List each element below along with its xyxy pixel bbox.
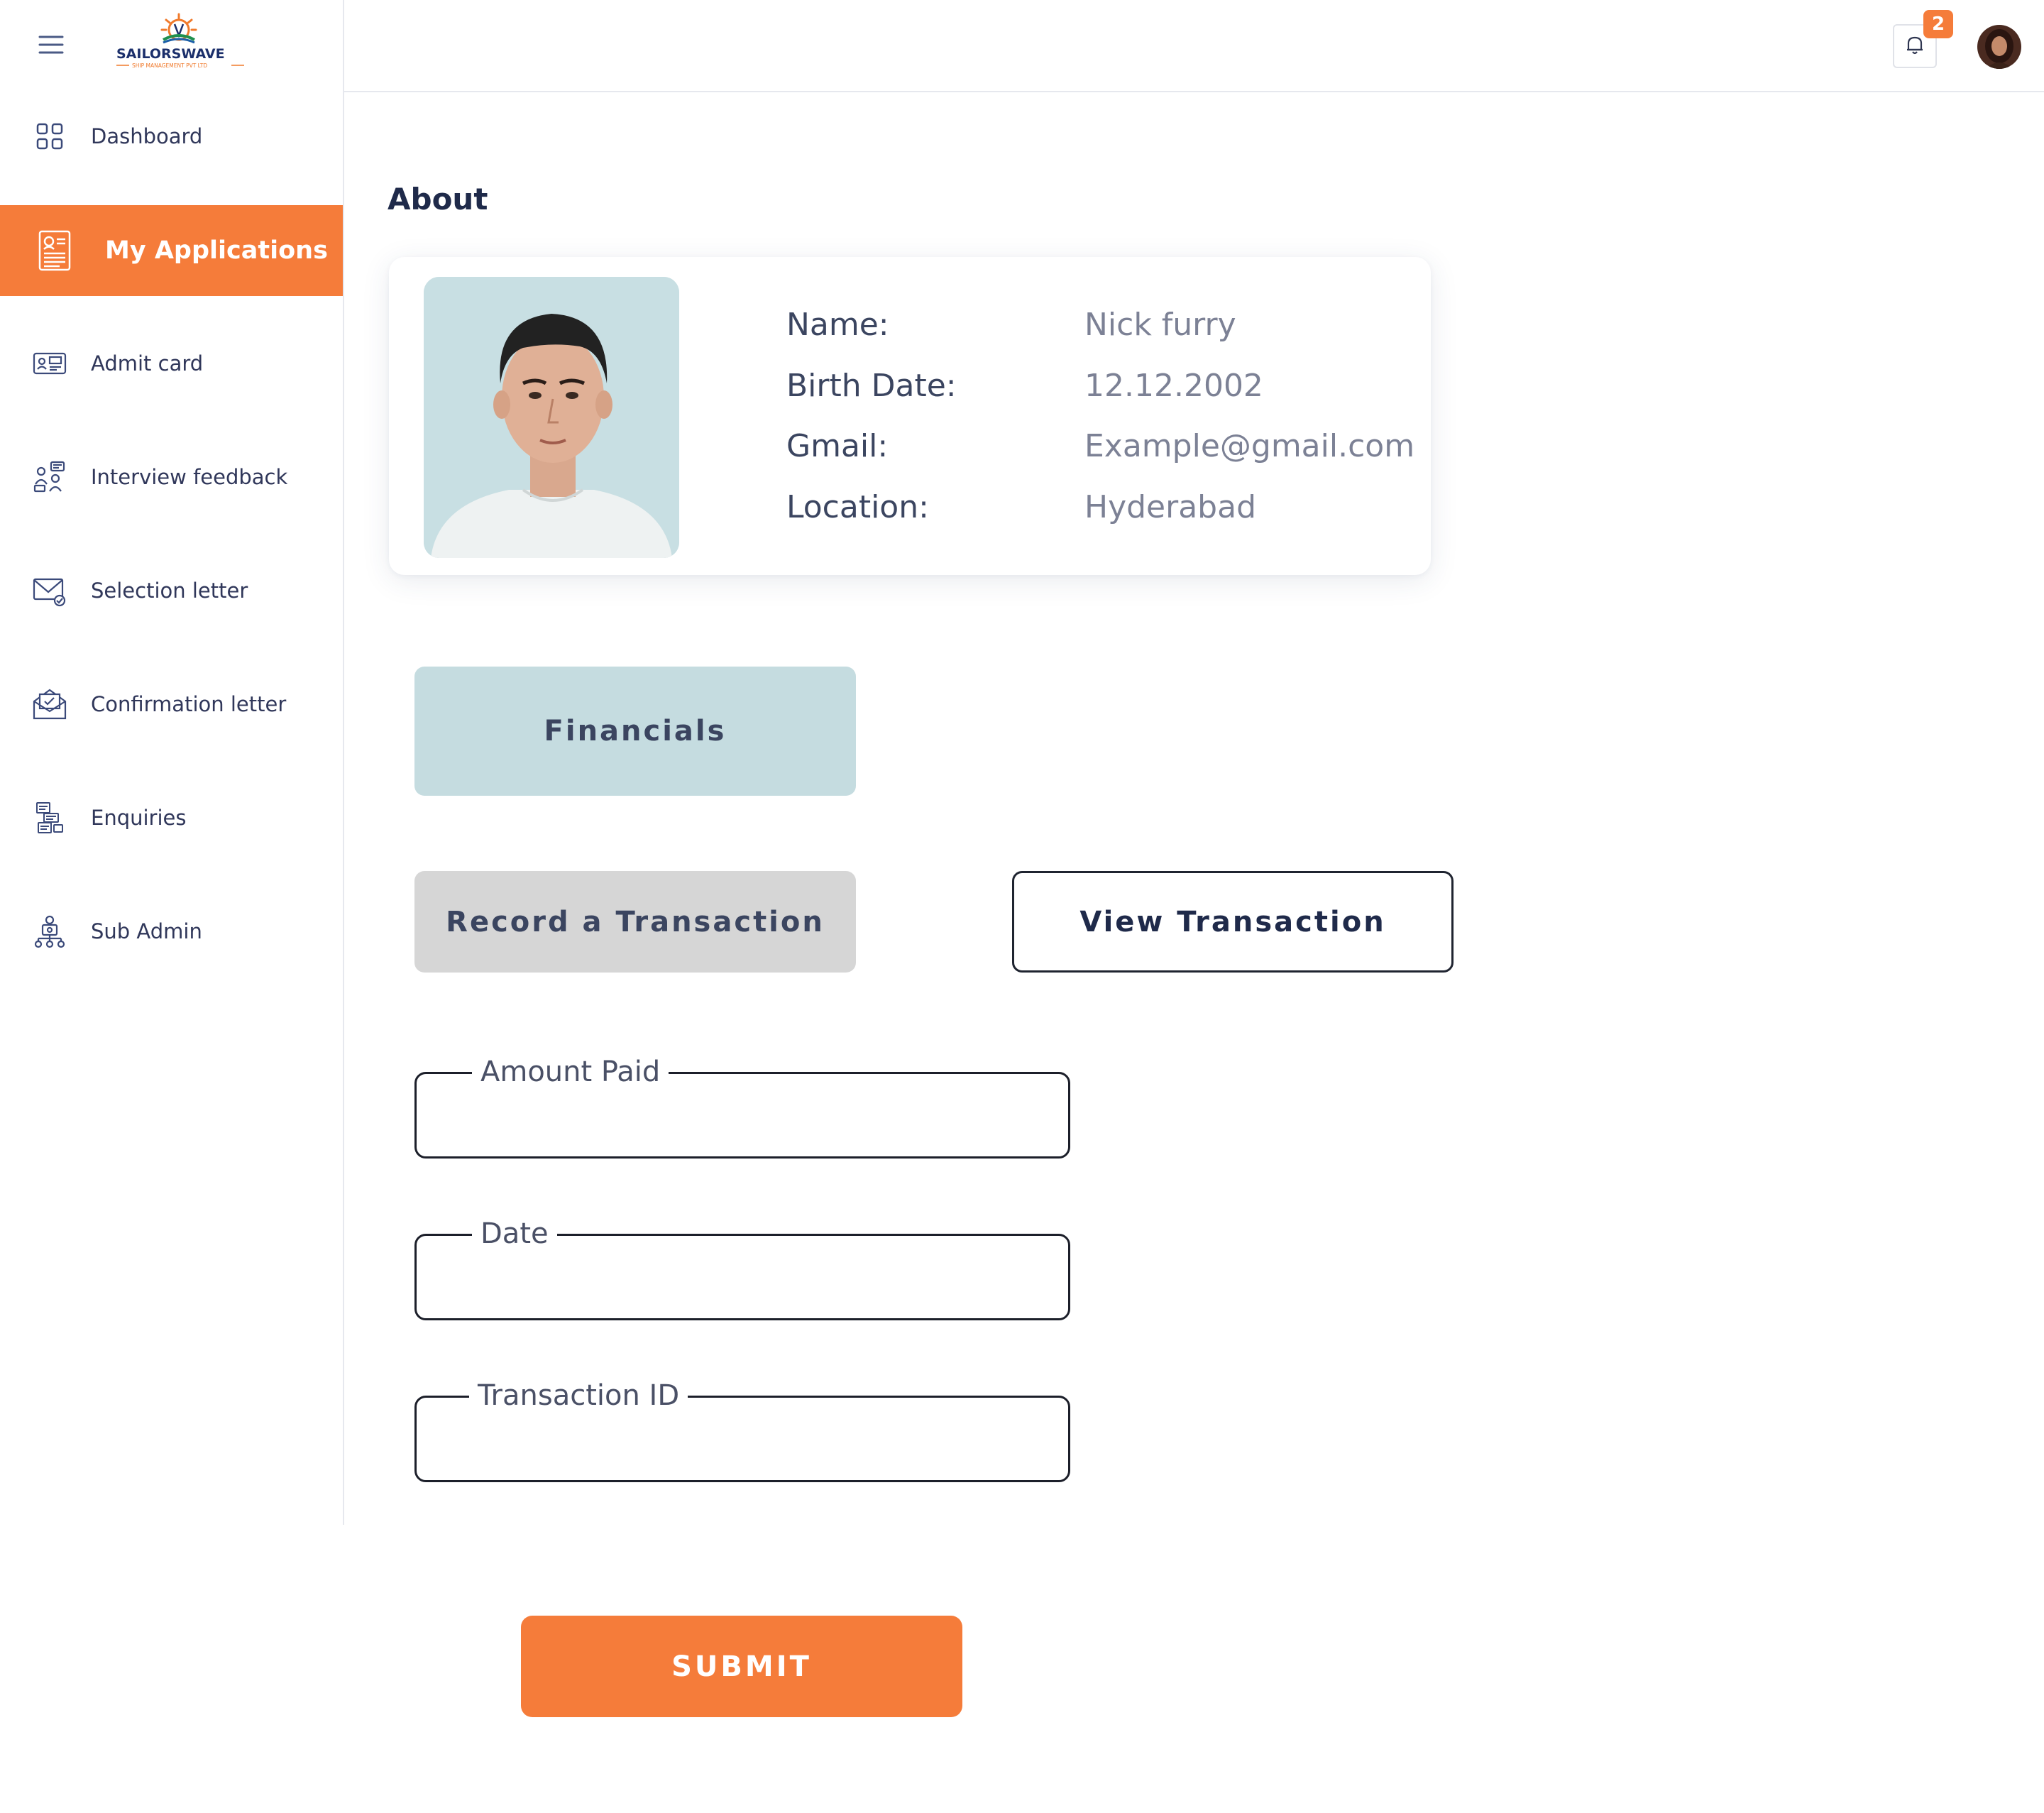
notification-count-badge: 2	[1923, 10, 1953, 38]
ship-wheel-logo-icon	[160, 13, 197, 44]
profile-birthdate-value: 12.12.2002	[1084, 368, 1263, 404]
sidebar: SAILORSWAVE SHIP MANAGEMENT PVT LTD Dash…	[0, 0, 344, 1525]
transaction-id-label: Transaction ID	[469, 1376, 688, 1415]
amount-paid-field: Amount Paid	[414, 1053, 1070, 1159]
bell-icon	[1905, 34, 1925, 58]
profile-gmail-label: Gmail:	[786, 428, 889, 464]
date-label: Date	[472, 1215, 557, 1253]
dashboard-grid-icon	[33, 119, 67, 153]
top-bar	[344, 0, 2044, 92]
svg-text:SAILORSWAVE: SAILORSWAVE	[116, 46, 225, 62]
page-title: About	[388, 182, 488, 217]
interview-people-icon	[33, 460, 67, 494]
submit-button[interactable]: SUBMIT	[521, 1616, 962, 1717]
sidebar-item-enquiries[interactable]: Enquiries	[0, 772, 343, 863]
amount-paid-label: Amount Paid	[472, 1053, 669, 1091]
svg-text:SHIP MANAGEMENT PVT LTD: SHIP MANAGEMENT PVT LTD	[132, 62, 207, 69]
sidebar-item-my-applications[interactable]: My Applications	[0, 205, 343, 296]
view-transaction-button[interactable]: View Transaction	[1012, 871, 1454, 973]
profile-name-label: Name:	[786, 307, 889, 343]
profile-location-label: Location:	[786, 489, 929, 525]
sidebar-item-sub-admin[interactable]: Sub Admin	[0, 886, 343, 977]
profile-name-value: Nick furry	[1084, 307, 1236, 343]
sidebar-item-interview-feedback[interactable]: Interview feedback	[0, 432, 343, 522]
user-avatar[interactable]	[1977, 25, 2021, 69]
transaction-id-input[interactable]	[438, 1419, 1051, 1463]
amount-paid-input[interactable]	[438, 1095, 1051, 1139]
profile-location-value: Hyderabad	[1084, 489, 1256, 525]
brand-logo[interactable]: SAILORSWAVE SHIP MANAGEMENT PVT LTD	[114, 10, 248, 74]
sidebar-item-admit-card[interactable]: Admit card	[0, 318, 343, 409]
profile-gmail-value: Example@gmail.com	[1084, 428, 1415, 464]
record-transaction-button[interactable]: Record a Transaction	[414, 871, 856, 973]
sidebar-item-label: My Applications	[105, 236, 328, 265]
sidebar-item-dashboard[interactable]: Dashboard	[0, 91, 343, 182]
sidebar-item-label: Selection letter	[91, 579, 248, 603]
sidebar-item-label: Sub Admin	[91, 919, 202, 943]
application-document-icon	[37, 229, 72, 272]
sidebar-item-selection-letter[interactable]: Selection letter	[0, 545, 343, 636]
enquiries-docs-icon	[33, 801, 67, 835]
open-envelope-icon	[33, 687, 67, 721]
id-card-icon	[33, 346, 67, 380]
profile-photo	[424, 277, 679, 558]
date-field: Date	[414, 1215, 1070, 1320]
hamburger-menu-icon[interactable]	[37, 33, 65, 57]
sidebar-item-label: Confirmation letter	[91, 692, 287, 716]
mail-check-icon	[33, 574, 67, 608]
sidebar-item-confirmation-letter[interactable]: Confirmation letter	[0, 659, 343, 750]
date-input[interactable]	[438, 1257, 1051, 1301]
org-hierarchy-icon	[33, 914, 67, 948]
financials-button[interactable]: Financials	[414, 667, 856, 796]
sidebar-item-label: Interview feedback	[91, 465, 288, 489]
sidebar-item-label: Admit card	[91, 351, 204, 376]
transaction-id-field: Transaction ID	[414, 1376, 1070, 1482]
profile-birthdate-label: Birth Date:	[786, 368, 957, 404]
sidebar-item-label: Enquiries	[91, 806, 187, 830]
sidebar-item-label: Dashboard	[91, 124, 203, 148]
